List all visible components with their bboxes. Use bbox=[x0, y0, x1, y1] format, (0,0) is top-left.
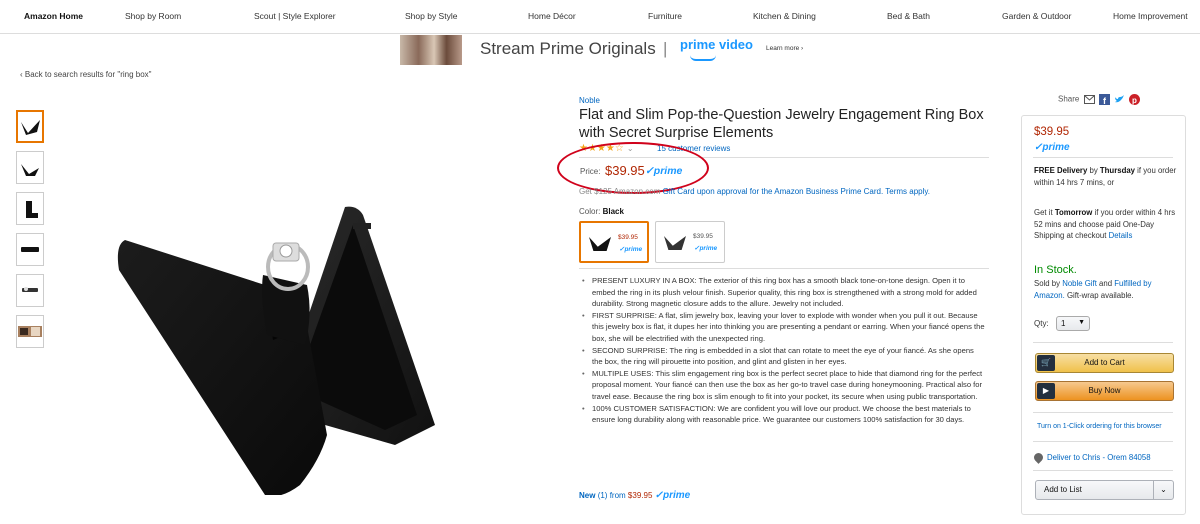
share-label: Share bbox=[1058, 94, 1080, 104]
ring-box-icon bbox=[21, 164, 39, 176]
brand-link[interactable]: Noble bbox=[579, 96, 600, 105]
product-title: Flat and Slim Pop-the-Question Jewelry E… bbox=[579, 107, 984, 141]
thumbnail-6[interactable] bbox=[16, 315, 44, 348]
feature-bullet: SECOND SURPRISE: The ring is embedded in… bbox=[580, 345, 985, 368]
deliver-to-link[interactable]: Deliver to Chris - Orem 84058 bbox=[1032, 451, 1151, 465]
nav-amazon-home[interactable]: Amazon Home bbox=[24, 11, 83, 21]
feature-bullet: PRESENT LUXURY IN A BOX: The exterior of… bbox=[580, 275, 985, 310]
quantity-label: Qty: bbox=[1034, 319, 1049, 328]
cart-icon: 🛒 bbox=[1037, 355, 1055, 371]
seller-link[interactable]: Noble Gift bbox=[1062, 279, 1097, 288]
delivery-info: FREE Delivery by Thursday if you order w… bbox=[1034, 166, 1177, 187]
prime-video-logo: prime video bbox=[680, 37, 753, 52]
thumbnail-1[interactable] bbox=[16, 110, 44, 143]
feature-bullet: FIRST SURPRISE: A flat, slim jewelry box… bbox=[580, 310, 985, 345]
ring-box-icon bbox=[589, 237, 611, 251]
divider bbox=[1033, 441, 1173, 442]
seller-info: Sold by Noble Gift and Fulfilled by Amaz… bbox=[1034, 279, 1152, 300]
ring-box-icon bbox=[664, 236, 686, 250]
play-icon: ▶ bbox=[1037, 383, 1055, 399]
location-pin-icon bbox=[1032, 451, 1045, 465]
prime-badge: ✓prime bbox=[1034, 142, 1070, 153]
add-to-cart-button[interactable]: 🛒 Add to Cart bbox=[1035, 353, 1174, 373]
feature-bullet: 100% CUSTOMER SATISFACTION: We are confi… bbox=[580, 403, 985, 426]
prime-badge: ✓prime bbox=[694, 245, 718, 252]
gift-card-strike: Get $125 Amazon.com bbox=[579, 187, 661, 196]
color-swatch-1[interactable]: $39.95 ✓prime bbox=[579, 221, 649, 263]
back-to-search-link[interactable]: ‹ Back to search results for "ring box" bbox=[20, 70, 152, 79]
nav-scout-style-explorer[interactable]: Scout | Style Explorer bbox=[254, 11, 336, 21]
nav-shop-by-room[interactable]: Shop by Room bbox=[125, 11, 181, 21]
nav-home-decor[interactable]: Home Décor bbox=[528, 11, 576, 21]
main-product-image bbox=[117, 206, 435, 495]
swatch-price: $39.95 bbox=[693, 233, 713, 240]
color-value: Black bbox=[602, 207, 624, 216]
gift-card-text: Gift Card upon approval for the Amazon B… bbox=[662, 187, 931, 196]
feature-bullet: MULTIPLE USES: This slim engagement ring… bbox=[580, 368, 985, 403]
email-icon[interactable] bbox=[1083, 94, 1095, 105]
stock-status: In Stock. bbox=[1034, 264, 1077, 276]
ring-box-icon bbox=[26, 201, 38, 218]
banner-text: Stream Prime Originals bbox=[480, 39, 656, 58]
prime-video-banner[interactable]: Stream Prime Originals | prime video Lea… bbox=[400, 35, 840, 65]
divider bbox=[1033, 412, 1173, 413]
nav-home-improvement[interactable]: Home Improvement bbox=[1113, 11, 1188, 21]
nav-shop-by-style[interactable]: Shop by Style bbox=[405, 11, 457, 21]
svg-text:p: p bbox=[1132, 96, 1137, 105]
color-label: Color: Black bbox=[579, 207, 624, 216]
divider bbox=[1033, 470, 1173, 471]
swatch-price: $39.95 bbox=[618, 234, 638, 241]
divider bbox=[579, 268, 989, 269]
thumbnail-5[interactable] bbox=[16, 274, 44, 307]
image-thumbnails bbox=[16, 110, 44, 356]
divider bbox=[1033, 157, 1173, 158]
gift-card-offer[interactable]: Get $125 Amazon.com Gift Card upon appro… bbox=[579, 187, 930, 196]
ring-box-icon bbox=[21, 120, 40, 135]
prime-smile-icon bbox=[690, 55, 716, 61]
details-link[interactable]: Details bbox=[1109, 231, 1133, 240]
ring-box-icon bbox=[21, 247, 39, 252]
quantity-select[interactable]: 1 ▼ bbox=[1056, 316, 1090, 331]
buybox-price: $39.95 bbox=[1034, 126, 1070, 138]
one-click-link[interactable]: Turn on 1-Click ordering for this browse… bbox=[1037, 423, 1162, 430]
twitter-icon[interactable] bbox=[1114, 94, 1125, 105]
nav-garden-outdoor[interactable]: Garden & Outdoor bbox=[1002, 11, 1071, 21]
banner-learn-more[interactable]: Learn more › bbox=[766, 45, 803, 52]
pinterest-icon[interactable]: p bbox=[1129, 94, 1141, 105]
nav-kitchen-dining[interactable]: Kitchen & Dining bbox=[753, 11, 816, 21]
add-to-list-button[interactable]: Add to List ⌄ bbox=[1035, 480, 1174, 500]
thumbnail-2[interactable] bbox=[16, 151, 44, 184]
new-offers-link[interactable]: New (1) from $39.95 ✓prime bbox=[579, 490, 690, 501]
banner-separator: | bbox=[663, 39, 668, 58]
facebook-icon[interactable]: f bbox=[1098, 94, 1110, 105]
fast-delivery-info: Get it Tomorrow if you order within 4 hr… bbox=[1034, 208, 1176, 240]
prime-badge: ✓prime bbox=[654, 490, 691, 501]
banner-image bbox=[400, 35, 462, 65]
thumbnail-4[interactable] bbox=[16, 233, 44, 266]
thumbnail-3[interactable] bbox=[16, 192, 44, 225]
chevron-down-icon[interactable]: ⌄ bbox=[1153, 481, 1173, 499]
buy-now-button[interactable]: ▶ Buy Now bbox=[1035, 381, 1174, 401]
chevron-down-icon: ▼ bbox=[1078, 319, 1085, 326]
feature-bullets: PRESENT LUXURY IN A BOX: The exterior of… bbox=[580, 275, 985, 426]
color-swatch-2[interactable]: $39.95 ✓prime bbox=[655, 221, 725, 263]
top-nav: Amazon Home Shop by Room Scout | Style E… bbox=[0, 0, 1200, 34]
nav-bed-bath[interactable]: Bed & Bath bbox=[887, 11, 930, 21]
nav-furniture[interactable]: Furniture bbox=[648, 11, 682, 21]
divider bbox=[1033, 342, 1173, 343]
lifestyle-photo-icon bbox=[18, 326, 42, 337]
prime-badge: ✓prime bbox=[619, 246, 643, 253]
share-bar: Share f p bbox=[1058, 94, 1141, 105]
ring-box-icon bbox=[22, 287, 38, 292]
